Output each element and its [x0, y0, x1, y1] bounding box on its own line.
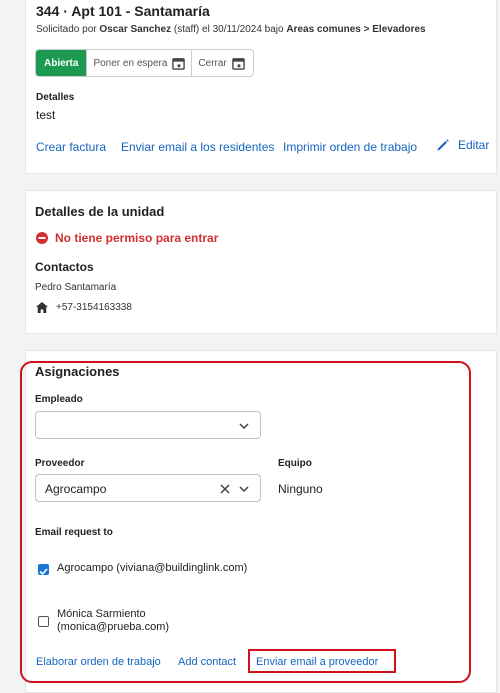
requester-name[interactable]: Oscar Sanchez — [99, 24, 171, 35]
request-meta: Solicitado por Oscar Sanchez (staff) el … — [36, 24, 426, 35]
edit-button[interactable]: Editar — [436, 138, 489, 152]
request-card: 344 · Apt 101 - Santamaría Solicitado po… — [25, 0, 497, 174]
create-invoice-link[interactable]: Crear factura — [36, 140, 106, 154]
pencil-icon — [437, 139, 449, 151]
request-title: 344 · Apt 101 - Santamaría — [36, 3, 210, 19]
assignments-highlight — [20, 361, 471, 683]
edit-label: Editar — [458, 138, 490, 152]
contact-phone: +57-3154163338 — [56, 302, 132, 313]
meta-mid: (staff) el 30/11/2024 bajo — [173, 24, 284, 35]
calendar-icon — [172, 57, 186, 70]
contacts-title: Contactos — [35, 260, 94, 274]
permission-alert: No tiene permiso para entrar — [36, 231, 218, 245]
status-open-label: Abierta — [44, 57, 79, 69]
details-label: Detalles — [36, 92, 75, 103]
status-open-button[interactable]: Abierta — [36, 50, 87, 76]
email-residents-link[interactable]: Enviar email a los residentes — [121, 140, 274, 154]
print-work-order-link[interactable]: Imprimir orden de trabajo — [283, 140, 417, 154]
meta-prefix: Solicitado por — [36, 24, 97, 35]
contact-name: Pedro Santamaría — [35, 282, 117, 293]
request-category[interactable]: Areas comunes > Elevadores — [286, 24, 425, 35]
status-hold-button[interactable]: Poner en espera — [86, 50, 191, 76]
status-close-button[interactable]: Cerrar — [191, 50, 250, 76]
home-icon — [36, 302, 48, 313]
minus-circle-icon — [36, 232, 48, 244]
calendar-icon — [231, 57, 245, 70]
status-hold-label: Poner en espera — [93, 57, 168, 69]
status-selector: Abierta Poner en espera Cerrar — [35, 49, 254, 77]
contact-phone-row: +57-3154163338 — [36, 302, 132, 313]
status-close-label: Cerrar — [198, 57, 227, 69]
permission-text: No tiene permiso para entrar — [55, 231, 219, 245]
unit-card: Detalles de la unidad No tiene permiso p… — [25, 190, 497, 334]
unit-title: Detalles de la unidad — [35, 204, 165, 219]
details-value: test — [36, 108, 56, 122]
